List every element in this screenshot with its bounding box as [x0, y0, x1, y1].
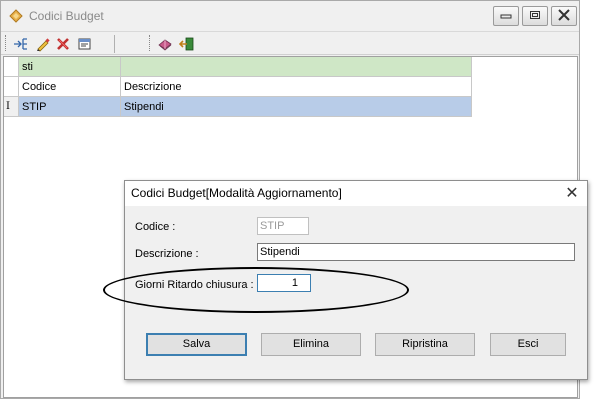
row-indicator [4, 77, 19, 97]
dialog-close-icon[interactable]: ✕ [561, 183, 583, 203]
window-title: Codici Budget [29, 9, 104, 23]
properties-icon[interactable] [77, 36, 93, 52]
codice-label: Codice : [135, 221, 176, 233]
edit-pencil-icon[interactable] [35, 36, 51, 52]
new-record-icon[interactable] [13, 36, 29, 52]
maximize-button[interactable] [522, 6, 548, 26]
group-row: sti [4, 57, 472, 77]
dialog-title-bar[interactable]: Codici Budget[Modalità Aggiornamento] ✕ [125, 181, 587, 206]
highlight-ellipse [103, 267, 409, 313]
close-button[interactable] [551, 6, 577, 26]
descrizione-label: Descrizione : [135, 248, 199, 260]
app-diamond-icon [9, 9, 23, 23]
row-indicator [4, 57, 19, 77]
toolbar [1, 31, 579, 55]
cell-descrizione[interactable]: Stipendi [121, 97, 472, 117]
cell-codice[interactable]: STIP [19, 97, 121, 117]
column-header-descrizione[interactable]: Descrizione [121, 77, 472, 97]
title-bar[interactable]: Codici Budget [1, 1, 579, 31]
codice-field[interactable]: STIP [257, 217, 309, 235]
descrizione-field[interactable]: Stipendi [257, 243, 575, 261]
minimize-icon [500, 9, 512, 23]
group-label: sti [19, 57, 121, 77]
group-cell [121, 57, 472, 77]
table-row[interactable]: I STIP Stipendi [4, 97, 472, 117]
close-icon [557, 8, 571, 24]
esci-button[interactable]: Esci [490, 333, 566, 356]
column-header-codice[interactable]: Codice [19, 77, 121, 97]
salva-button[interactable]: Salva [146, 333, 247, 356]
ripristina-button[interactable]: Ripristina [375, 333, 475, 356]
dialog-title: Codici Budget[Modalità Aggiornamento] [131, 186, 342, 200]
row-indicator: I [4, 97, 19, 117]
delete-x-icon[interactable] [55, 36, 71, 52]
maximize-icon [529, 9, 541, 23]
header-row: Codice Descrizione [4, 77, 472, 97]
minimize-button[interactable] [493, 6, 519, 26]
elimina-button[interactable]: Elimina [261, 333, 361, 356]
exit-door-icon[interactable] [179, 36, 195, 52]
print-book-icon[interactable] [157, 36, 173, 52]
toolbar-grip[interactable] [5, 35, 7, 51]
toolbar-separator [114, 35, 115, 53]
toolbar-grip-2[interactable] [149, 35, 151, 51]
